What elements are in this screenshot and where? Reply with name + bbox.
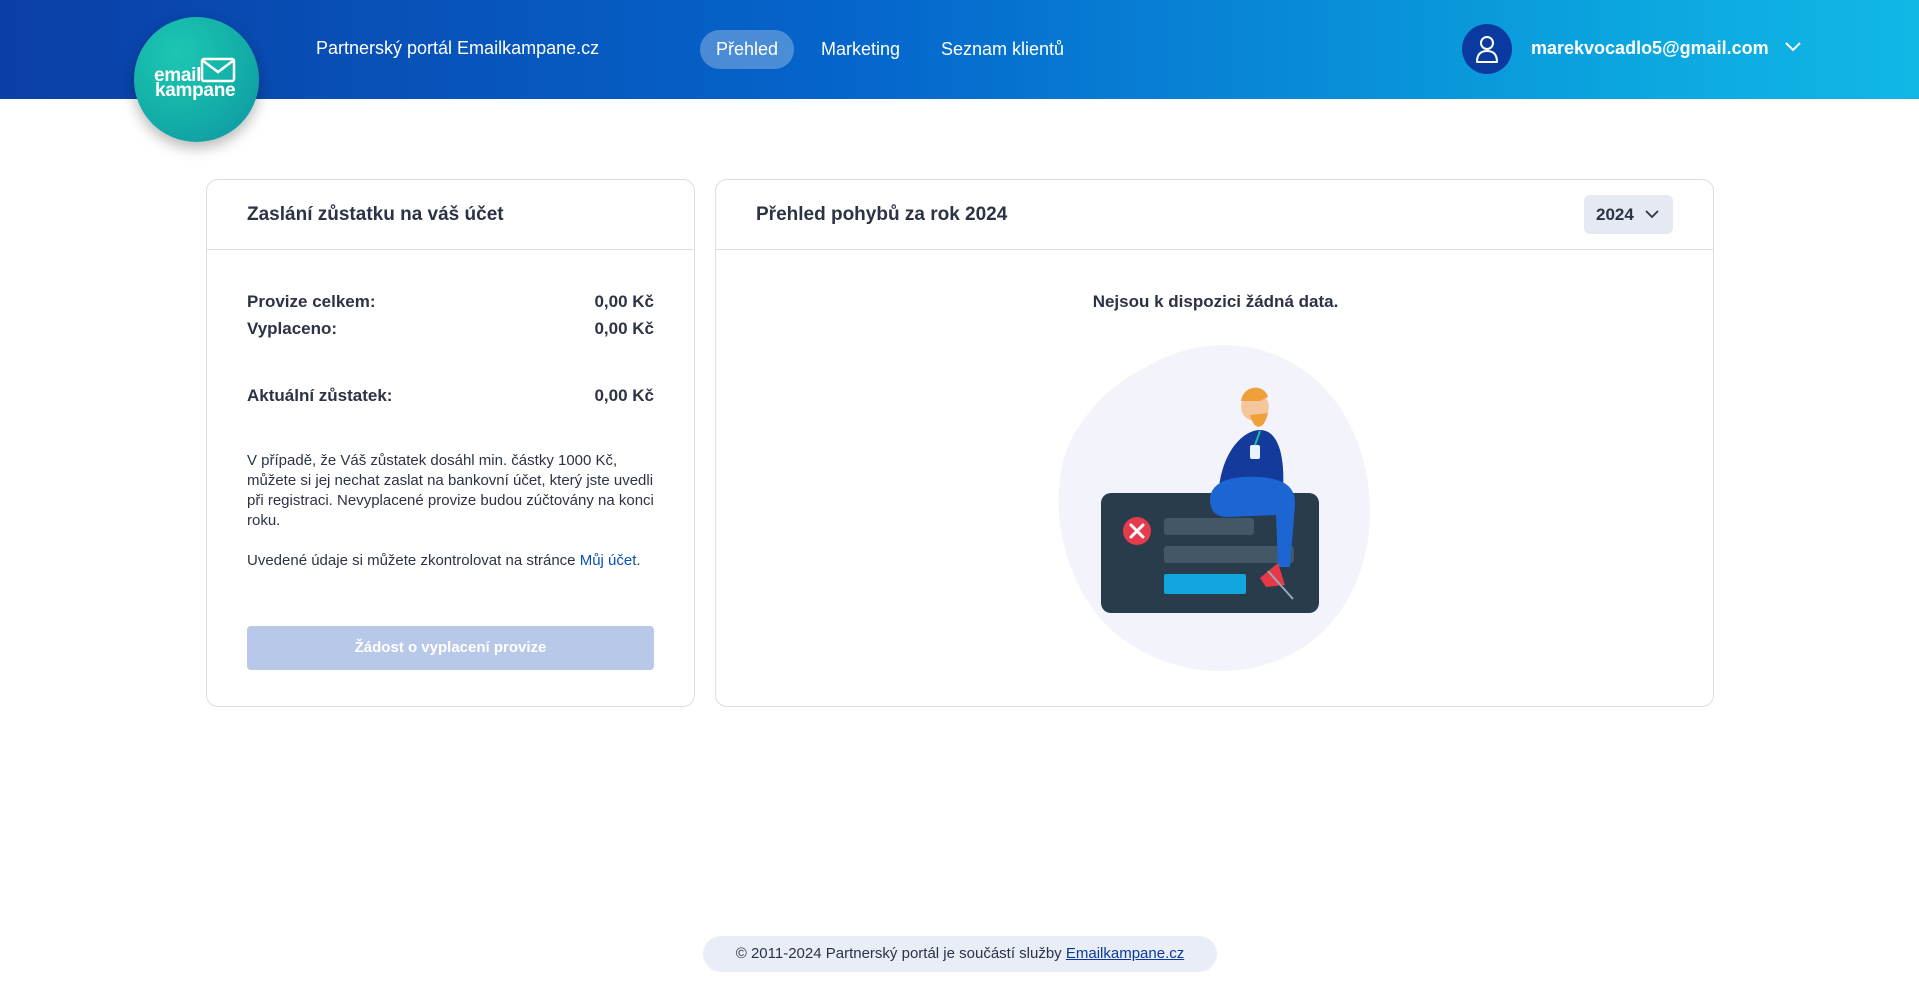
portal-title[interactable]: Partnerský portál Emailkampane.cz bbox=[316, 38, 599, 59]
nav-tab-marketing[interactable]: Marketing bbox=[805, 30, 916, 69]
payout-info-text: V případě, že Váš zůstatek dosáhl min. č… bbox=[247, 452, 654, 529]
my-account-link[interactable]: Můj účet bbox=[580, 552, 637, 569]
movements-card-title: Přehled pohybů za rok 2024 bbox=[756, 204, 1008, 225]
footer: © 2011-2024 Partnerský portál je součást… bbox=[703, 936, 1217, 972]
footer-text: © 2011-2024 Partnerský portál je součást… bbox=[735, 945, 1062, 962]
balance-card-header: Zaslání zůstatku na váš účet bbox=[207, 180, 694, 250]
paid-label: Vyplaceno: bbox=[247, 319, 338, 338]
user-avatar[interactable] bbox=[1462, 24, 1512, 74]
top-navigation-bar: Partnerský portál Emailkampane.cz Přehle… bbox=[0, 0, 1919, 99]
current-balance-value: 0,00 Kč bbox=[594, 386, 654, 405]
year-select[interactable]: 2024 bbox=[1584, 195, 1673, 234]
user-icon bbox=[1476, 36, 1498, 63]
nav-tab-prehled[interactable]: Přehled bbox=[700, 30, 795, 69]
nav-tab-seznam-klientu[interactable]: Seznam klientů bbox=[925, 30, 1080, 69]
logo-text-kampane: kampane bbox=[155, 80, 236, 101]
commission-value: 0,00 Kč bbox=[594, 292, 654, 311]
movements-card: Přehled pohybů za rok 2024 2024 Nejsou k… bbox=[715, 179, 1714, 707]
envelope-icon bbox=[200, 57, 236, 83]
chevron-down-icon[interactable] bbox=[1784, 41, 1802, 53]
commission-label: Provize celkem: bbox=[247, 292, 376, 311]
account-check-suffix: . bbox=[636, 552, 641, 569]
footer-link[interactable]: Emailkampane.cz bbox=[1066, 945, 1184, 962]
current-balance-label: Aktuální zůstatek: bbox=[247, 386, 393, 405]
movements-card-header: Přehled pohybů za rok 2024 2024 bbox=[716, 180, 1713, 250]
balance-card-title: Zaslání zůstatku na váš účet bbox=[247, 204, 504, 225]
chevron-down-icon bbox=[1645, 210, 1659, 219]
empty-state-message: Nejsou k dispozici žádná data. bbox=[1092, 292, 1339, 311]
empty-state-illustration bbox=[1058, 345, 1370, 671]
paid-value: 0,00 Kč bbox=[594, 319, 654, 338]
account-check-text: Uvedené údaje si můžete zkontrolovat na … bbox=[247, 551, 654, 571]
year-select-value: 2024 bbox=[1596, 205, 1634, 224]
user-email[interactable]: marekvocadlo5@gmail.com bbox=[1531, 38, 1769, 59]
account-check-prefix: Uvedené údaje si můžete zkontrolovat na … bbox=[247, 552, 576, 569]
payout-request-button[interactable]: Žádost o vyplacení provize bbox=[247, 626, 654, 670]
emailkampane-logo[interactable]: email kampane bbox=[134, 17, 259, 142]
balance-card: Zaslání zůstatku na váš účet Provize cel… bbox=[206, 179, 695, 707]
